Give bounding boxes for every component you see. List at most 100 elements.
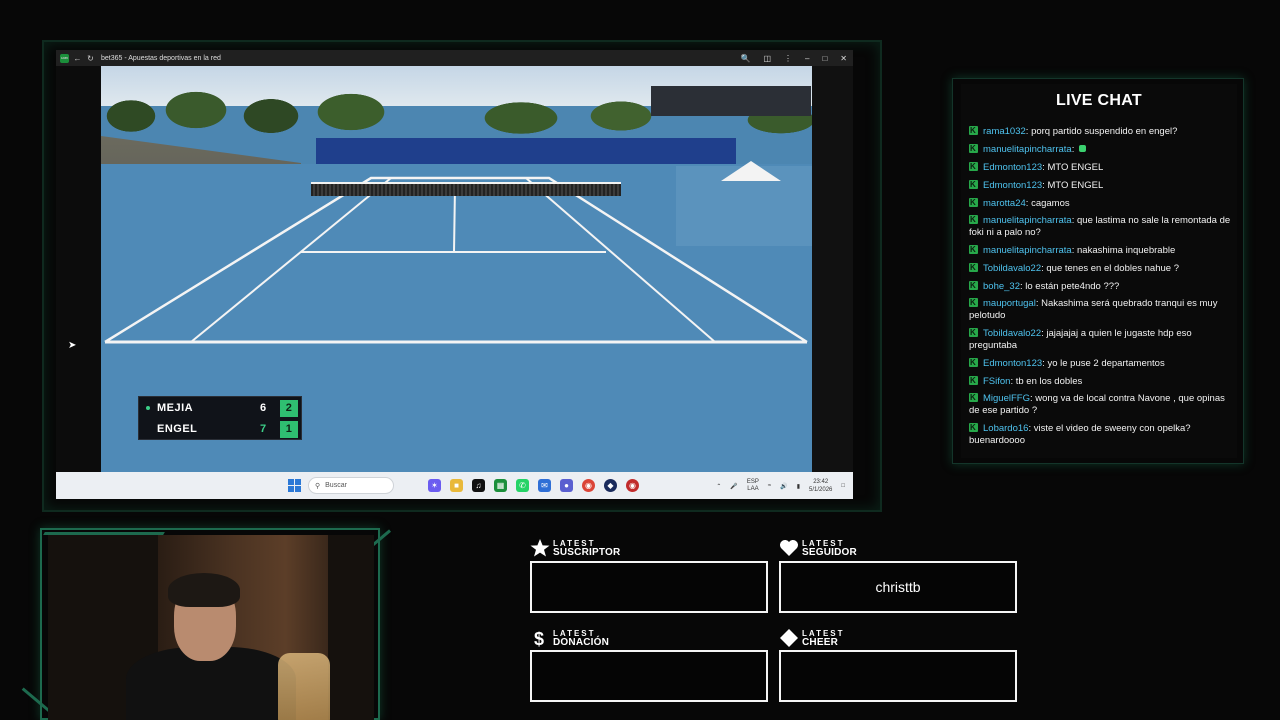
bet365-favicon-icon: b365 bbox=[60, 53, 69, 63]
widget-type: DONACIÓN bbox=[553, 637, 610, 648]
set-score: 6 bbox=[260, 402, 267, 414]
chat-username: FSifon bbox=[983, 376, 1011, 387]
chat-username: mauportugal bbox=[983, 298, 1036, 309]
system-tray: ⌃ 🎤 ESP LAA ≈ 🔊 ▮ 23:42 5/1/2026 □ bbox=[716, 476, 845, 496]
kick-badge-icon bbox=[969, 297, 978, 309]
chat-message: bohe_32: lo están pete4ndo ??? bbox=[969, 280, 1231, 293]
kick-badge-icon bbox=[969, 375, 978, 387]
chat-message: manuelitapincharrata: bbox=[969, 143, 1231, 156]
language-indicator[interactable]: ESP LAA bbox=[747, 479, 759, 493]
kick-badge-icon bbox=[969, 392, 978, 404]
serving-indicator-icon bbox=[146, 406, 150, 410]
reload-icon[interactable]: ↻ bbox=[86, 54, 95, 63]
search-placeholder: Buscar bbox=[325, 482, 347, 489]
clock-time: 23:42 bbox=[813, 479, 829, 485]
window-title: bet365 - Apuestas deportivas en la red bbox=[101, 54, 221, 62]
chat-message: manuelitapincharrata: nakashima inquebra… bbox=[969, 244, 1231, 257]
app-icon[interactable]: ◆ bbox=[604, 479, 617, 492]
chat-message: rama1032: porq partido suspendido en eng… bbox=[969, 125, 1231, 138]
chat-message: FSifon: tb en los dobles bbox=[969, 375, 1231, 388]
kick-badge-icon bbox=[969, 214, 978, 226]
latest-seguidor-box: christtb bbox=[779, 561, 1017, 613]
copilot-icon[interactable]: ✶ bbox=[428, 479, 441, 492]
chat-username: Lobardo16 bbox=[983, 423, 1029, 434]
chat-username: Edmonton123 bbox=[983, 358, 1043, 369]
file-explorer-icon[interactable]: ■ bbox=[450, 479, 463, 492]
close-icon[interactable]: ✕ bbox=[840, 54, 847, 63]
kick-badge-icon bbox=[969, 422, 978, 434]
kick-badge-icon bbox=[969, 244, 978, 256]
tennis-video-stream[interactable]: MEJIA 6 2 ENGEL 7 1 bbox=[101, 66, 812, 472]
taskbar-search-input[interactable]: ⚲ Buscar bbox=[308, 477, 394, 494]
chat-message: marotta24: cagamos bbox=[969, 197, 1231, 210]
chat-username: manuelitapincharrata bbox=[983, 245, 1072, 256]
keyboard-layout: LAA bbox=[747, 486, 759, 492]
latest-donacion-box bbox=[530, 650, 768, 702]
kick-badge-icon bbox=[969, 262, 978, 274]
minimize-icon[interactable]: – bbox=[805, 54, 809, 63]
latest-cheer-box bbox=[779, 650, 1017, 702]
chat-text: lo están pete4ndo ??? bbox=[1025, 281, 1120, 292]
microphone-icon[interactable]: 🎤 bbox=[730, 483, 737, 490]
search-icon: ⚲ bbox=[315, 482, 321, 490]
score-row-player-2: ENGEL 7 1 bbox=[139, 419, 301, 440]
diamond-icon bbox=[780, 629, 798, 647]
chat-username: Tobildavalo22 bbox=[983, 263, 1042, 274]
mouse-cursor-icon: ➤ bbox=[68, 340, 77, 351]
volume-icon[interactable]: 🔊 bbox=[780, 483, 787, 490]
chrome-icon[interactable]: ◉ bbox=[582, 479, 595, 492]
chat-username: manuelitapincharrata bbox=[983, 144, 1072, 155]
player-name: MEJIA bbox=[157, 402, 194, 414]
wifi-icon[interactable]: ≈ bbox=[768, 483, 771, 489]
battery-icon[interactable]: ▮ bbox=[797, 483, 800, 490]
bet365-app-icon[interactable]: ▦ bbox=[494, 479, 507, 492]
back-arrow-icon[interactable]: ← bbox=[73, 54, 82, 63]
right-margin bbox=[812, 66, 853, 472]
notifications-icon[interactable]: □ bbox=[841, 483, 845, 489]
whatsapp-icon[interactable]: ✆ bbox=[516, 479, 529, 492]
kick-badge-icon bbox=[969, 197, 978, 209]
chat-text: tb en los dobles bbox=[1015, 376, 1083, 387]
chat-username: manuelitapincharrata bbox=[983, 215, 1072, 226]
kick-badge-icon bbox=[969, 161, 978, 173]
mail-icon[interactable]: ✉ bbox=[538, 479, 551, 492]
kick-badge-icon bbox=[969, 357, 978, 369]
set-score: 7 bbox=[260, 423, 267, 435]
kick-badge-icon bbox=[969, 327, 978, 339]
star-icon bbox=[530, 539, 550, 557]
maximize-icon[interactable]: □ bbox=[822, 54, 827, 63]
tiktok-icon[interactable]: ♫ bbox=[472, 479, 485, 492]
scoreboard: MEJIA 6 2 ENGEL 7 1 bbox=[138, 396, 302, 440]
game-score: 2 bbox=[280, 400, 298, 417]
chat-message: manuelitapincharrata: que lastima no sal… bbox=[969, 214, 1231, 239]
language-code: ESP bbox=[746, 479, 759, 485]
kick-badge-icon bbox=[969, 143, 978, 155]
bottle bbox=[278, 653, 330, 720]
chevron-up-icon[interactable]: ⌃ bbox=[716, 483, 721, 490]
chat-username: MiguelFFG bbox=[983, 393, 1030, 404]
browser-window: b365 ← ↻ bet365 - Apuestas deportivas en… bbox=[56, 50, 853, 499]
clock[interactable]: 23:42 5/1/2026 bbox=[809, 478, 832, 494]
chat-message: Tobildavalo22: jajajajaj a quien le juga… bbox=[969, 327, 1231, 352]
chat-username: bohe_32 bbox=[983, 281, 1020, 292]
chat-message: Lobardo16: viste el video de sweeny con … bbox=[969, 422, 1231, 447]
more-options-icon[interactable]: ⋮ bbox=[784, 54, 792, 63]
kick-badge-icon bbox=[969, 125, 978, 137]
windows-taskbar: ⚲ Buscar ✶ ■ ♫ ▦ ✆ ✉ ● ◉ ◆ ◉ ⌃ 🎤 ESP LAA… bbox=[56, 472, 853, 499]
zoom-icon[interactable]: 🔍 bbox=[740, 54, 750, 63]
tennis-net bbox=[311, 182, 621, 196]
streamer-hair bbox=[168, 573, 240, 607]
latest-suscriptor-box bbox=[530, 561, 768, 613]
chat-username: marotta24 bbox=[983, 198, 1026, 209]
webcam-feed bbox=[48, 535, 374, 720]
emote-icon bbox=[1079, 145, 1087, 152]
windows-start-icon[interactable] bbox=[288, 479, 301, 492]
chat-text: yo le puse 2 departamentos bbox=[1047, 358, 1165, 369]
extensions-icon[interactable]: ◫ bbox=[763, 54, 771, 63]
teams-icon[interactable]: ● bbox=[560, 479, 573, 492]
chat-message: mauportugal: Nakashima será quebrado tra… bbox=[969, 297, 1231, 322]
score-row-player-1: MEJIA 6 2 bbox=[139, 398, 301, 419]
heart-icon bbox=[780, 540, 798, 556]
app-notification-icon[interactable]: ◉ bbox=[626, 479, 639, 492]
svg-text:$: $ bbox=[534, 629, 544, 647]
